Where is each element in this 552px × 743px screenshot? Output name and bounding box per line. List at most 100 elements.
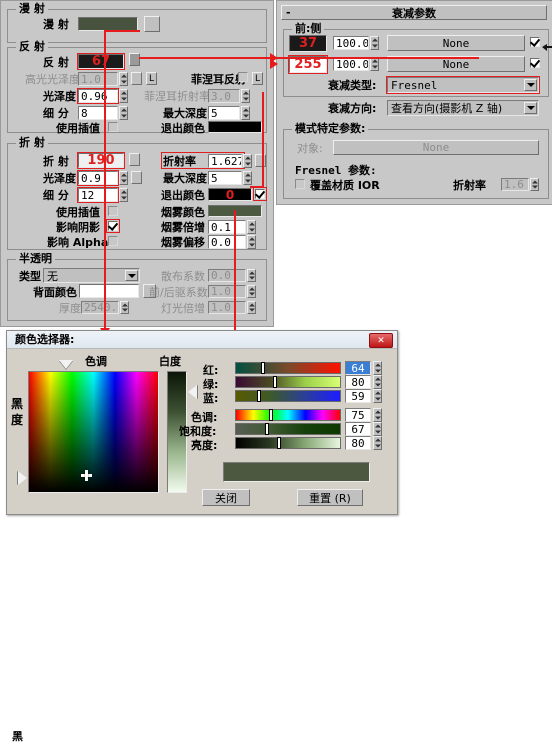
affect-shadow-checkbox[interactable] [108,221,118,231]
front-amount-spinner[interactable] [370,36,379,50]
channel-spinner-3[interactable] [373,408,382,422]
reflect-map-button[interactable] [129,53,140,66]
falloff-type-combo[interactable]: Fresnel [387,77,539,93]
group-diffuse-label: 漫 射 [16,3,48,14]
channel-label-2: 蓝: [203,392,219,405]
channel-marker-4[interactable] [266,424,268,434]
reflect-label: 反 射 [43,56,69,69]
ior-refract-field[interactable]: 1.627 [208,154,242,168]
override-ior-label: 覆盖材质 IOR [310,179,380,192]
maxdepth-refract-spinner[interactable] [243,171,252,185]
translucent-type-combo[interactable]: 无 [43,268,140,283]
affect-alpha-checkbox[interactable] [108,236,118,246]
fogbias-field[interactable]: 0.0 [208,235,246,249]
refract-color-swatch[interactable]: 190 [78,153,124,168]
channel-ramp-3[interactable] [235,409,341,421]
exitcolor-refract-swatch[interactable]: 0 [208,188,252,201]
channel-marker-5[interactable] [278,438,280,448]
whiteness-marker-triangle[interactable] [188,385,197,399]
gloss-refract-field[interactable]: 0.9 [78,171,118,185]
fwdback-spinner[interactable] [247,285,256,298]
channel-field-3[interactable]: 75 [345,408,371,422]
falloff-ior-spinner[interactable] [530,178,539,191]
maxdepth-reflect-field[interactable]: 5 [208,106,240,120]
close-icon[interactable]: ✕ [369,333,393,348]
fresnel-ior-spinner[interactable] [241,89,250,103]
color-field-square[interactable] [28,371,159,493]
fresnel-lock-button[interactable]: L [252,72,263,85]
rollout-collapse-icon[interactable]: - [286,6,291,19]
color-field-cursor[interactable] [81,470,92,481]
gloss-highlight-spinner[interactable] [119,72,128,86]
gloss-spinner[interactable] [119,89,128,103]
gloss-field[interactable]: 0.96 [78,89,118,103]
scatter-spinner[interactable] [247,269,256,282]
channel-field-5[interactable]: 80 [345,436,371,450]
interp-refract-checkbox[interactable] [108,206,118,216]
reset-button[interactable]: 重置 (R) [297,489,363,506]
exitcolor-refract-checkbox[interactable] [255,189,265,199]
channel-ramp-0[interactable] [235,362,341,374]
channel-marker-2[interactable] [258,391,260,401]
channel-spinner-2[interactable] [373,389,382,403]
channel-ramp-4[interactable] [235,423,341,435]
channel-spinner-5[interactable] [373,436,382,450]
chevron-down-icon[interactable] [125,270,138,281]
ior-refract-map-button[interactable] [255,154,266,167]
channel-marker-1[interactable] [274,377,276,387]
gloss-refract-map-button[interactable] [131,171,142,184]
channel-field-0[interactable]: 64 [345,361,371,375]
channel-field-4[interactable]: 67 [345,422,371,436]
ior-refract-spinner[interactable] [243,154,252,168]
diffuse-color-swatch[interactable] [78,17,138,31]
channel-marker-3[interactable] [270,410,272,420]
channel-ramp-2[interactable] [235,390,341,402]
subdiv-refract-field[interactable]: 12 [78,188,118,202]
exitcolor-reflect-swatch[interactable] [208,121,262,133]
backcolor-swatch[interactable] [79,284,139,298]
side-amount-field[interactable]: 100.0 [333,57,369,71]
channel-marker-0[interactable] [262,363,264,373]
falloff-dir-combo[interactable]: 查看方向(摄影机 Z 轴) [387,100,539,116]
black-marker-triangle[interactable] [18,471,27,485]
swap-arrow-icon[interactable] [541,43,552,63]
fogmult-spinner[interactable] [247,220,256,234]
channel-spinner-4[interactable] [373,422,382,436]
gloss-refract-spinner[interactable] [119,171,128,185]
subdiv-reflect-spinner[interactable] [119,106,128,120]
fresnel-reflect-checkbox[interactable] [238,72,248,82]
thickness-spinner[interactable] [120,301,129,314]
subdiv-refract-spinner[interactable] [119,188,128,202]
side-amount-spinner[interactable] [370,57,379,71]
front-color-swatch[interactable]: 37 [289,35,327,52]
maxdepth-refract-field[interactable]: 5 [208,171,242,185]
front-map-button[interactable]: None [387,35,525,51]
interp-reflect-checkbox[interactable] [108,122,118,132]
falloff-rollout-header[interactable]: 衰减参数 - [281,5,547,20]
channel-spinner-0[interactable] [373,361,382,375]
override-ior-checkbox[interactable] [295,179,305,189]
hue-marker-triangle[interactable] [59,360,73,369]
side-map-checkbox[interactable] [530,58,540,68]
front-map-checkbox[interactable] [530,37,540,47]
scatter-label: 散布系数 [161,270,205,283]
refract-map-button[interactable] [129,153,140,166]
channel-ramp-1[interactable] [235,376,341,388]
fogmult-field[interactable]: 0.1 [208,220,246,234]
channel-ramp-5[interactable] [235,437,341,449]
channel-field-2[interactable]: 59 [345,389,371,403]
gloss-highlight-lock-button[interactable]: L [146,72,157,85]
subdiv-reflect-field[interactable]: 8 [78,106,118,120]
chevron-down-icon-falloff-type[interactable] [524,79,537,91]
close-button[interactable]: 关闭 [202,489,250,506]
gloss-highlight-map-button[interactable] [131,72,142,85]
maxdepth-reflect-spinner[interactable] [241,106,250,120]
diffuse-map-button[interactable] [144,16,160,32]
fogbias-spinner[interactable] [247,235,256,249]
front-amount-field[interactable]: 100.0 [333,36,369,50]
reflect-color-swatch[interactable]: 67 [78,54,124,69]
channel-field-1[interactable]: 80 [345,375,371,389]
lightmult-spinner[interactable] [247,301,256,314]
channel-spinner-1[interactable] [373,375,382,389]
chevron-down-icon-falloff-dir[interactable] [524,102,537,114]
